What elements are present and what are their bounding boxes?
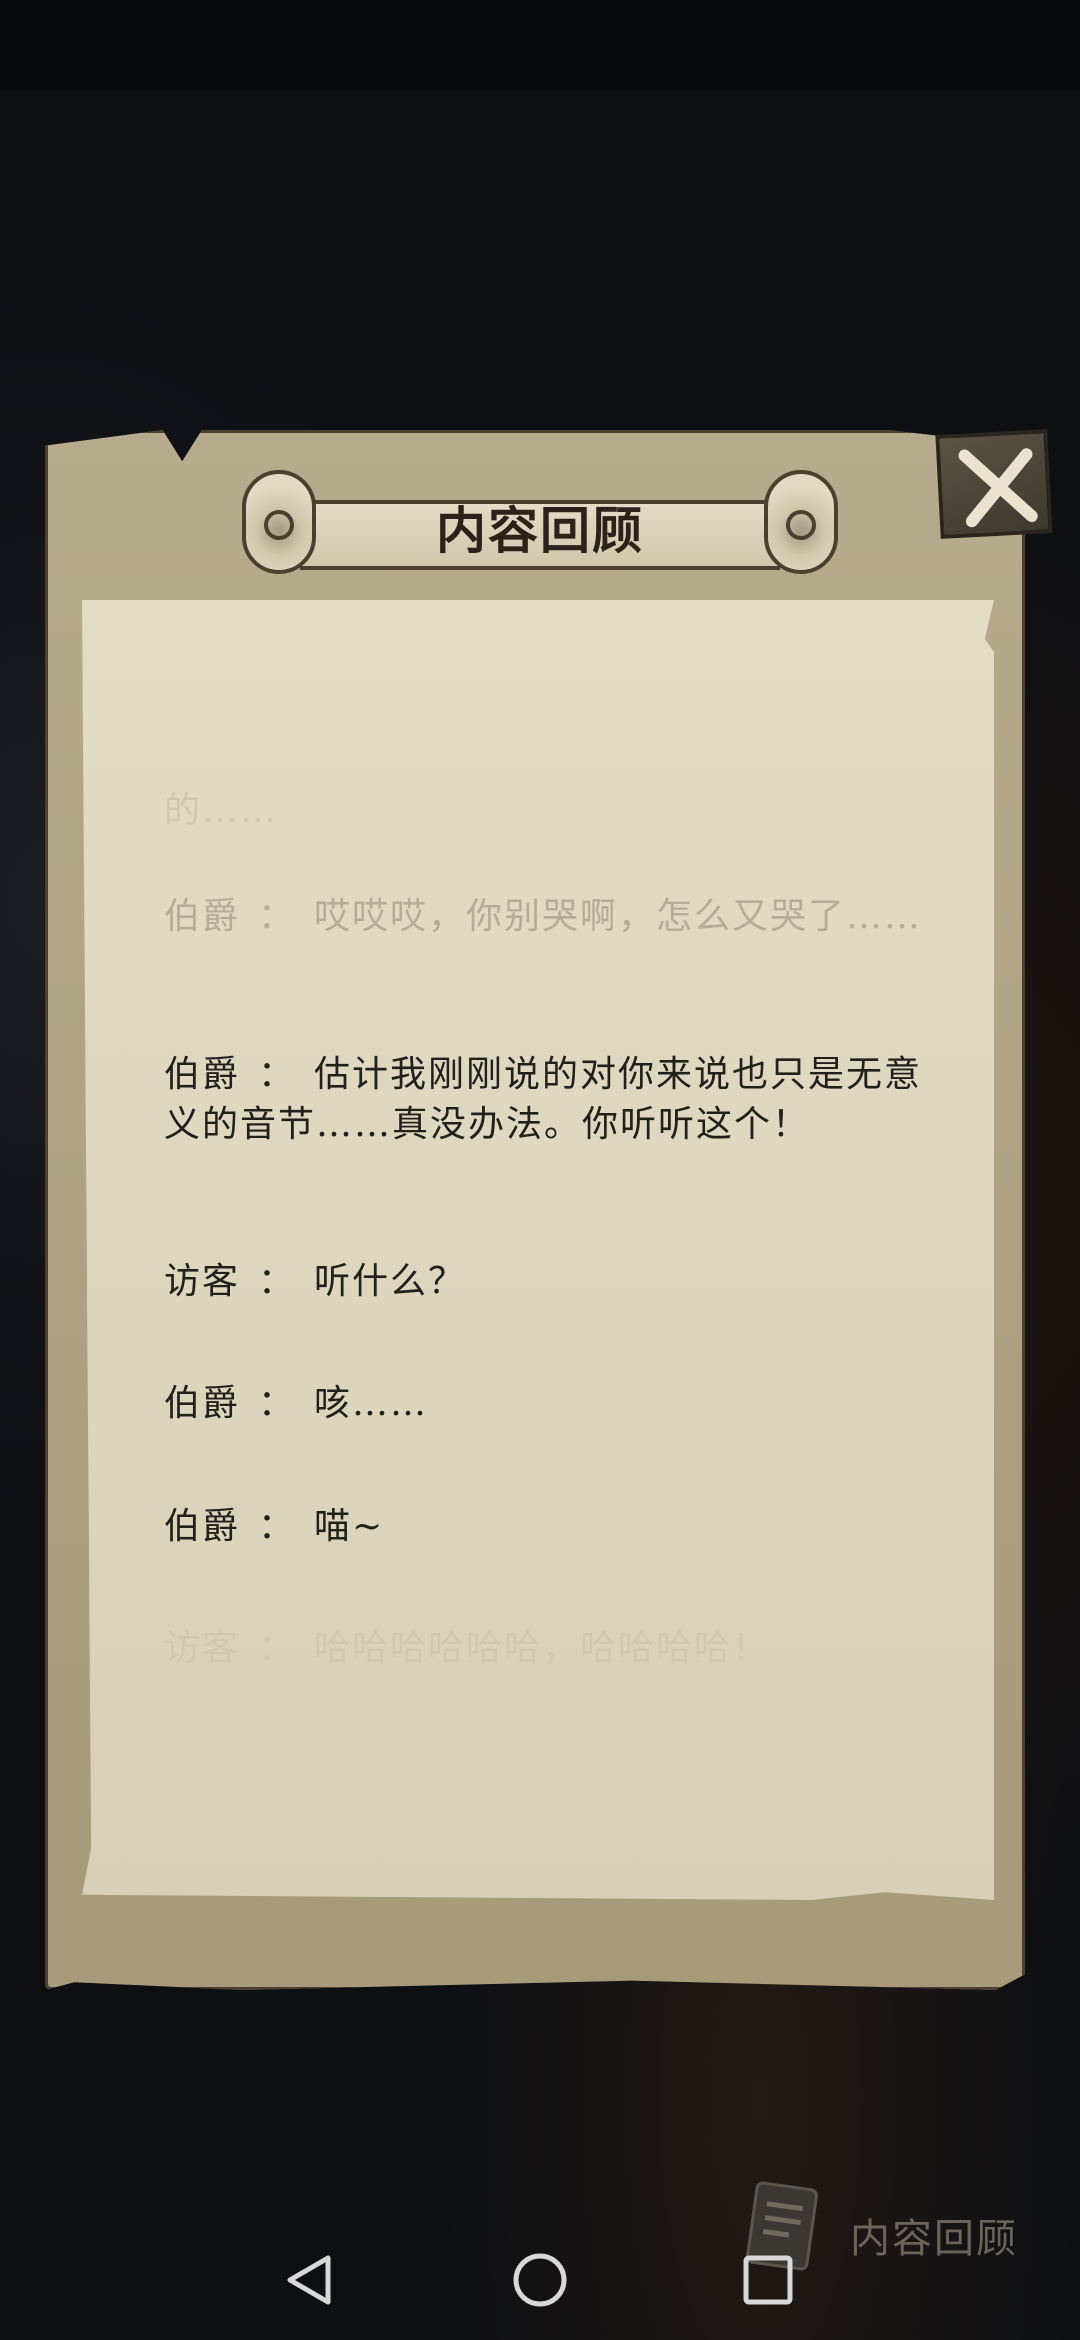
nav-back-button[interactable] — [270, 2240, 350, 2320]
speaker-name: 伯爵 — [164, 1054, 241, 1095]
speaker-name: 访客 — [164, 1261, 241, 1302]
speaker-name: 伯爵 — [164, 1506, 241, 1547]
dialogue-line: 访客 ： 听什么？ — [164, 1257, 924, 1307]
speaker-separator: ： — [258, 896, 297, 937]
dialogue-text: 咳…… — [314, 1383, 429, 1424]
dialogue-line: 的…… — [164, 786, 924, 836]
dialogue-text: 喵~ — [314, 1506, 385, 1547]
dialogue-text: 哎哎哎，你别哭啊，怎么又哭了…… — [314, 896, 923, 937]
recent-square-icon — [743, 2255, 793, 2305]
dialogue-line: 伯爵 ： 哎哎哎，你别哭啊，怎么又哭了…… — [164, 892, 924, 942]
dialogue-line: 伯爵 ： 喵~ — [164, 1502, 924, 1552]
speaker-separator: ： — [258, 1506, 297, 1547]
nav-home-button[interactable] — [500, 2240, 580, 2320]
dialogue-log: 的…… 伯爵：哎哎哎，你别哭啊，怎么又哭了…… 伯爵：估计我刚刚说的对你来说也只… — [0, 0, 1080, 2340]
dialogue-text: 听什么？ — [314, 1261, 467, 1302]
nav-recent-button[interactable] — [728, 2240, 808, 2320]
dialogue-line: 伯爵：估计我刚刚说的对你来说也只是无意义的音节……真没办法。你听听这个！ — [164, 1050, 924, 1150]
speaker-name: 访客 — [164, 1628, 241, 1669]
speaker-separator: ： — [258, 1383, 297, 1424]
dialogue-text: 的…… — [164, 790, 279, 831]
navigation-bar — [0, 2220, 1080, 2340]
speaker-name: 伯爵 — [164, 1383, 241, 1424]
dialogue-line: 伯爵 ： 咳…… — [164, 1379, 924, 1429]
dialogue-text: 哈哈哈哈哈哈，哈哈哈哈！ — [314, 1628, 771, 1669]
speaker-separator: ： — [258, 1628, 297, 1669]
home-circle-icon — [513, 2253, 567, 2307]
speaker-separator: ： — [258, 1054, 297, 1095]
speaker-name: 伯爵 — [164, 896, 241, 937]
dialogue-line: 访客 ： 哈哈哈哈哈哈，哈哈哈哈！ — [164, 1624, 924, 1674]
back-triangle-icon — [287, 2255, 331, 2305]
speaker-separator: ： — [258, 1261, 297, 1302]
